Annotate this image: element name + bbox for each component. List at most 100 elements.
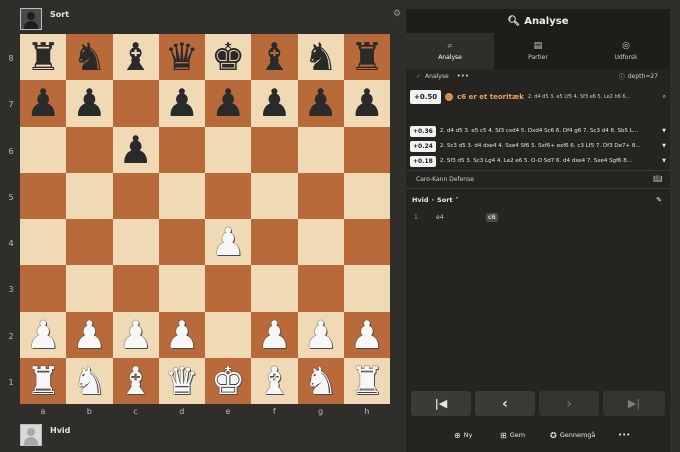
white-pawn-icon[interactable]: ♟ xyxy=(211,223,245,261)
square-b8[interactable]: ♞ xyxy=(66,34,113,81)
main-eval-line[interactable]: +0.50 c6 er et teoritæk 2. d4 d5 3. e5 L… xyxy=(410,89,666,105)
white-knight-icon[interactable]: ♞ xyxy=(72,362,106,400)
square-g2[interactable]: ♟ xyxy=(297,311,344,358)
black-rook-icon[interactable]: ♜ xyxy=(26,38,60,76)
square-c4[interactable] xyxy=(112,219,159,266)
black-pawn-icon[interactable]: ♟ xyxy=(165,84,199,122)
square-f8[interactable]: ♝ xyxy=(251,34,298,81)
square-g4[interactable] xyxy=(297,219,344,266)
tab-partier[interactable]: ▤ Partier xyxy=(494,33,582,69)
square-h3[interactable] xyxy=(343,265,390,312)
engine-line-2[interactable]: +0.24 2. Sc3 d5 3. d4 dxe4 4. Sxe4 Sf6 5… xyxy=(410,140,666,152)
square-f5[interactable] xyxy=(251,172,298,219)
square-a6[interactable] xyxy=(20,126,67,173)
footer-save-button[interactable]: ⊞ Gem xyxy=(500,428,525,442)
square-a2[interactable]: ♟ xyxy=(20,311,67,358)
square-c1[interactable]: ♝ xyxy=(112,357,159,404)
black-queen-icon[interactable]: ♛ xyxy=(165,38,199,76)
square-a5[interactable] xyxy=(20,172,67,219)
white-queen-icon[interactable]: ♛ xyxy=(165,362,199,400)
square-g3[interactable] xyxy=(297,265,344,312)
tab-udforsk[interactable]: ◎ Udforsk xyxy=(582,33,670,69)
black-rook-icon[interactable]: ♜ xyxy=(350,38,384,76)
square-f7[interactable]: ♟ xyxy=(251,80,298,127)
square-a3[interactable] xyxy=(20,265,67,312)
white-pawn-icon[interactable]: ♟ xyxy=(304,316,338,354)
board-settings-gear-icon[interactable]: ⚙ xyxy=(393,9,401,19)
black-pawn-icon[interactable]: ♟ xyxy=(72,84,106,122)
chess-board[interactable]: ♜ ♞ ♝ ♛ ♚ ♝ ♞ ♜ ♟ ♟ ♟ ♟ ♟ ♟ ♟ ♟ ♟ ♟ ♟ ♟ ♟ ♟ ♟ ♟ ♜ ♞ ♝ ♛ ♚ ♝ ♞ ♜ xyxy=(20,34,390,404)
square-h2[interactable]: ♟ xyxy=(343,311,390,358)
square-g7[interactable]: ♟ xyxy=(297,80,344,127)
footer-review-button[interactable]: ✪ Gennemgå xyxy=(550,428,595,442)
black-pawn-icon[interactable]: ♟ xyxy=(211,84,245,122)
square-d5[interactable] xyxy=(158,172,205,219)
square-e1[interactable]: ♚ xyxy=(205,357,252,404)
white-bishop-icon[interactable]: ♝ xyxy=(257,362,291,400)
black-knight-icon[interactable]: ♞ xyxy=(72,38,106,76)
black-bishop-icon[interactable]: ♝ xyxy=(119,38,153,76)
white-pawn-icon[interactable]: ♟ xyxy=(165,316,199,354)
square-e2[interactable] xyxy=(205,311,252,358)
square-h6[interactable] xyxy=(343,126,390,173)
square-g6[interactable] xyxy=(297,126,344,173)
square-f3[interactable] xyxy=(251,265,298,312)
nav-next-button[interactable]: › xyxy=(539,391,599,416)
nav-prev-button[interactable]: ‹ xyxy=(475,391,535,416)
square-a1[interactable]: ♜ xyxy=(20,357,67,404)
white-knight-icon[interactable]: ♞ xyxy=(304,362,338,400)
black-pawn-icon[interactable]: ♟ xyxy=(119,131,153,169)
square-a4[interactable] xyxy=(20,219,67,266)
white-pawn-icon[interactable]: ♟ xyxy=(72,316,106,354)
square-b1[interactable]: ♞ xyxy=(66,357,113,404)
square-d3[interactable] xyxy=(158,265,205,312)
square-a7[interactable]: ♟ xyxy=(20,80,67,127)
engine-line-1-chevron-down-icon[interactable]: ▼ xyxy=(662,128,666,134)
black-pawn-icon[interactable]: ♟ xyxy=(257,84,291,122)
square-b6[interactable] xyxy=(66,126,113,173)
square-c5[interactable] xyxy=(112,172,159,219)
white-pawn-icon[interactable]: ♟ xyxy=(257,316,291,354)
square-d6[interactable] xyxy=(158,126,205,173)
square-e5[interactable] xyxy=(205,172,252,219)
tab-analyse[interactable]: ⌕ Analyse xyxy=(406,33,494,69)
nav-last-button[interactable]: ▶| xyxy=(603,391,665,416)
square-g8[interactable]: ♞ xyxy=(297,34,344,81)
nav-first-button[interactable]: |◀ xyxy=(411,391,471,416)
engine-line-3-chevron-down-icon[interactable]: ▼ xyxy=(662,158,666,164)
footer-new-button[interactable]: ⊕ Ny xyxy=(454,428,472,442)
white-pawn-icon[interactable]: ♟ xyxy=(350,316,384,354)
white-king-icon[interactable]: ♚ xyxy=(211,362,245,400)
square-d4[interactable] xyxy=(158,219,205,266)
square-c2[interactable]: ♟ xyxy=(112,311,159,358)
white-pawn-icon[interactable]: ♟ xyxy=(119,316,153,354)
square-f1[interactable]: ♝ xyxy=(251,357,298,404)
square-c3[interactable] xyxy=(112,265,159,312)
main-eval-search-icon[interactable]: ⌕ xyxy=(663,93,666,101)
black-pawn-icon[interactable]: ♟ xyxy=(350,84,384,122)
toolbar-more-button[interactable]: ••• xyxy=(457,72,469,80)
square-f2[interactable]: ♟ xyxy=(251,311,298,358)
square-f4[interactable] xyxy=(251,219,298,266)
square-c8[interactable]: ♝ xyxy=(112,34,159,81)
engine-line-3[interactable]: +0.18 2. Sf3 d5 3. Sc3 Lg4 4. Le2 e6 5. … xyxy=(410,155,666,167)
black-knight-icon[interactable]: ♞ xyxy=(304,38,338,76)
square-e8[interactable]: ♚ xyxy=(205,34,252,81)
edit-pencil-icon[interactable]: ✎ xyxy=(656,196,662,204)
square-e6[interactable] xyxy=(205,126,252,173)
engine-line-2-chevron-down-icon[interactable]: ▼ xyxy=(662,143,666,149)
square-c7[interactable] xyxy=(112,80,159,127)
square-b4[interactable] xyxy=(66,219,113,266)
white-rook-icon[interactable]: ♜ xyxy=(26,362,60,400)
square-b3[interactable] xyxy=(66,265,113,312)
square-d2[interactable]: ♟ xyxy=(158,311,205,358)
white-bishop-icon[interactable]: ♝ xyxy=(119,362,153,400)
square-b5[interactable] xyxy=(66,172,113,219)
square-h7[interactable]: ♟ xyxy=(343,80,390,127)
analysis-toggle-icon[interactable]: ✓ xyxy=(416,73,421,80)
opening-book-icon[interactable]: 📖︎ xyxy=(653,175,662,183)
square-b2[interactable]: ♟ xyxy=(66,311,113,358)
black-king-icon[interactable]: ♚ xyxy=(211,38,245,76)
white-move[interactable]: e4 xyxy=(436,214,486,221)
white-pawn-icon[interactable]: ♟ xyxy=(26,316,60,354)
